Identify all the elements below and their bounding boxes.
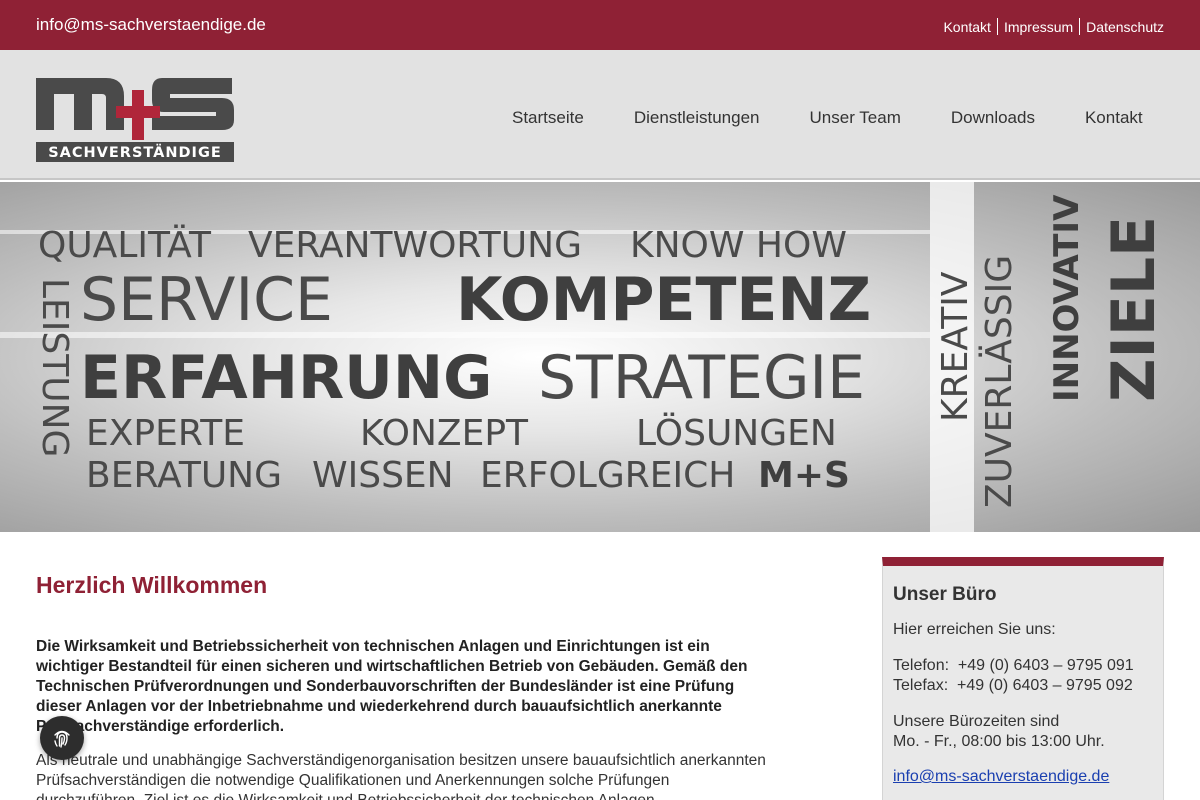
- banner-word-vertical: LEISTUNG: [34, 278, 75, 458]
- page-title: Herzlich Willkommen: [36, 572, 268, 598]
- top-link-datenschutz[interactable]: Datenschutz: [1086, 19, 1164, 35]
- site-header: SACHVERSTÄNDIGE Startseite Dienstleistun…: [0, 50, 1200, 180]
- banner-word-vertical: KREATIV: [935, 271, 976, 422]
- hero-banner: QUALITÄT VERANTWORTUNG KNOW HOW SERVICE …: [0, 182, 1200, 532]
- office-info-box: Unser Büro Hier erreichen Sie uns: Telef…: [882, 557, 1164, 800]
- top-link-kontakt[interactable]: Kontakt: [943, 19, 990, 35]
- hours-label: Unsere Bürozeiten sind: [893, 713, 1060, 730]
- intro-body: Als neutrale und unabhängige Sachverstän…: [36, 752, 766, 800]
- main-nav: Startseite Dienstleistungen Unser Team D…: [512, 108, 1193, 128]
- banner-word: SERVICE: [80, 265, 333, 335]
- banner-word: M+S: [758, 455, 850, 496]
- privacy-settings-button[interactable]: [40, 716, 84, 760]
- nav-item-downloads[interactable]: Downloads: [951, 108, 1035, 128]
- banner-word: KONZEPT: [360, 413, 529, 454]
- banner-word-vertical: INNOVATIV: [1047, 194, 1087, 402]
- banner-word: STRATEGIE: [538, 343, 866, 413]
- nav-item-startseite[interactable]: Startseite: [512, 108, 584, 128]
- top-email-link[interactable]: info@ms-sachverstaendige.de: [36, 15, 266, 35]
- banner-word: KOMPETENZ: [456, 265, 872, 335]
- nav-item-dienstleistungen[interactable]: Dienstleistungen: [634, 108, 760, 128]
- sidebar-email-link[interactable]: info@ms-sachverstaendige.de: [893, 768, 1109, 785]
- intro-lead: Die Wirksamkeit und Betriebssicherheit v…: [36, 638, 748, 735]
- main-content: Herzlich Willkommen Die Wirksamkeit und …: [36, 572, 766, 800]
- sidebar-title: Unser Büro: [893, 584, 997, 605]
- logo-subtitle: SACHVERSTÄNDIGE: [48, 144, 222, 161]
- top-link-impressum[interactable]: Impressum: [1004, 19, 1073, 35]
- office-hours: Mo. - Fr., 08:00 bis 13:00 Uhr.: [893, 733, 1105, 750]
- banner-word: WISSEN: [312, 455, 454, 496]
- fax-number: Telefax: +49 (0) 6403 – 9795 092: [893, 677, 1133, 694]
- banner-word: QUALITÄT: [38, 225, 212, 266]
- banner-word: BERATUNG: [86, 455, 282, 496]
- top-bar: info@ms-sachverstaendige.de Kontakt Impr…: [0, 0, 1200, 50]
- banner-word: EXPERTE: [86, 413, 245, 454]
- banner-word-vertical: ZIELE: [1099, 215, 1169, 402]
- company-logo[interactable]: SACHVERSTÄNDIGE: [36, 70, 234, 162]
- banner-word-vertical: ZUVERLÄSSIG: [979, 254, 1020, 508]
- nav-item-kontakt[interactable]: Kontakt: [1085, 108, 1143, 128]
- fingerprint-icon: [54, 730, 70, 748]
- separator: [1079, 18, 1081, 35]
- banner-word: LÖSUNGEN: [636, 413, 837, 454]
- nav-item-unser-team[interactable]: Unser Team: [810, 108, 901, 128]
- sidebar-intro: Hier erreichen Sie uns:: [893, 621, 1056, 638]
- banner-word: ERFAHRUNG: [80, 343, 493, 413]
- phone-number: Telefon: +49 (0) 6403 – 9795 091: [893, 657, 1134, 674]
- banner-word: VERANTWORTUNG: [248, 225, 582, 266]
- top-links: Kontakt Impressum Datenschutz: [943, 18, 1164, 35]
- separator: [996, 18, 998, 35]
- banner-word: KNOW HOW: [630, 225, 847, 266]
- banner-word: ERFOLGREICH: [480, 455, 736, 496]
